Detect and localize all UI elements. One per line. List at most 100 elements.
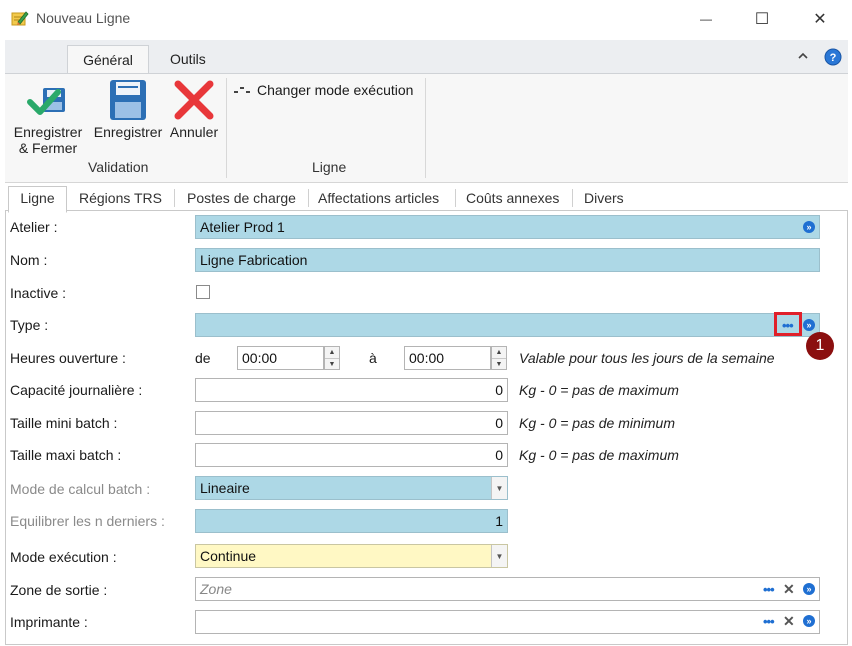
heures-de-value: 00:00: [242, 350, 278, 366]
mini-batch-value: 0: [495, 415, 503, 431]
minimize-button[interactable]: —: [686, 6, 726, 32]
nom-value: Ligne Fabrication: [200, 252, 308, 268]
maxi-batch-hint: Kg - 0 = pas de maximum: [519, 447, 679, 463]
imprimante-label: Imprimante :: [10, 614, 88, 630]
tab-separator: [308, 189, 309, 207]
imprimante-browse-icon[interactable]: •••: [763, 615, 775, 628]
imprimante-open-icon[interactable]: »: [803, 615, 815, 627]
capacite-value: 0: [495, 382, 503, 398]
mode-calcul-value: Lineaire: [200, 480, 250, 496]
close-icon: ✕: [813, 11, 827, 28]
nom-label: Nom :: [10, 252, 48, 268]
atelier-value: Atelier Prod 1: [200, 219, 285, 235]
equilibrer-label: Equilibrer les n derniers :: [10, 513, 165, 529]
tab-ligne[interactable]: Ligne: [8, 186, 67, 213]
imprimante-clear-icon[interactable]: ✕: [783, 614, 795, 628]
maxi-batch-label: Taille maxi batch :: [10, 447, 122, 463]
type-open-icon[interactable]: »: [803, 319, 815, 331]
mode-calcul-label: Mode de calcul batch :: [10, 481, 151, 497]
atelier-field[interactable]: Atelier Prod 1: [195, 215, 820, 239]
maxi-batch-input[interactable]: 0: [195, 443, 508, 467]
tab-separator: [572, 189, 573, 207]
zone-sortie-browse-icon[interactable]: •••: [763, 583, 775, 596]
nom-field[interactable]: Ligne Fabrication: [195, 248, 820, 272]
mode-execution-value: Continue: [200, 548, 257, 564]
save-close-icon: [27, 88, 65, 115]
group-label-ligne: Ligne: [312, 159, 347, 175]
tab-postes-de-charge[interactable]: Postes de charge: [187, 187, 296, 210]
mode-calcul-select[interactable]: Lineaire: [195, 476, 508, 500]
capacite-label: Capacité journalière :: [10, 382, 143, 398]
maximize-button[interactable]: ☐: [742, 6, 782, 32]
mini-batch-input[interactable]: 0: [195, 411, 508, 435]
zone-sortie-placeholder: Zone: [200, 581, 232, 597]
tab-separator: [174, 189, 175, 207]
window-title: Nouveau Ligne: [36, 10, 131, 26]
annotation-badge: 1: [806, 332, 834, 360]
type-browse-icon[interactable]: •••: [782, 319, 794, 332]
zone-sortie-clear-icon[interactable]: ✕: [783, 582, 795, 596]
mode-execution-label: Mode exécution :: [10, 549, 117, 565]
heures-de-label: de: [195, 350, 211, 366]
inactive-label: Inactive :: [10, 285, 67, 301]
ribbon-tab-general[interactable]: Général: [67, 45, 149, 74]
atelier-open-icon[interactable]: »: [803, 221, 815, 233]
heures-de-spinner[interactable]: ▲ ▼: [324, 346, 340, 370]
app-pencil-icon: [11, 9, 29, 27]
ribbon-group-separator: [226, 78, 227, 178]
capacite-hint: Kg - 0 = pas de maximum: [519, 382, 679, 398]
change-mode-label: Changer mode exécution: [257, 82, 414, 98]
type-field[interactable]: [195, 313, 820, 337]
collapse-ribbon-icon[interactable]: [796, 49, 810, 63]
cancel-icon: [174, 80, 214, 120]
spin-up-icon: ▲: [325, 347, 339, 359]
save-close-label: Enregistrer & Fermer: [13, 124, 83, 156]
tab-separator: [455, 189, 456, 207]
heures-a-label: à: [369, 350, 377, 366]
inactive-checkbox[interactable]: [196, 285, 210, 299]
mode-execution-select[interactable]: Continue: [195, 544, 508, 568]
save-label: Enregistrer: [93, 124, 163, 140]
spin-down-icon: ▼: [328, 361, 336, 368]
heures-a-value: 00:00: [409, 350, 445, 366]
mode-calcul-chevron-down-icon[interactable]: ▼: [491, 477, 507, 499]
spin-down-icon: ▼: [495, 361, 503, 368]
ribbon-tab-outils[interactable]: Outils: [158, 45, 218, 73]
cancel-button[interactable]: Annuler: [167, 78, 221, 140]
maximize-icon: ☐: [754, 11, 770, 28]
cancel-label: Annuler: [169, 124, 219, 140]
capacite-input[interactable]: 0: [195, 378, 508, 402]
save-button[interactable]: Enregistrer: [93, 78, 163, 140]
atelier-label: Atelier :: [10, 219, 58, 235]
mini-batch-label: Taille mini batch :: [10, 415, 118, 431]
save-icon: [110, 80, 146, 120]
svg-text:?: ?: [830, 52, 837, 64]
change-mode-icon: [234, 87, 250, 93]
change-mode-button[interactable]: Changer mode exécution: [233, 82, 413, 98]
zone-sortie-open-icon[interactable]: »: [803, 583, 815, 595]
heures-label: Heures ouverture :: [10, 350, 126, 366]
equilibrer-input[interactable]: 1: [195, 509, 508, 533]
heures-a-spinner[interactable]: ▲ ▼: [491, 346, 507, 370]
close-button[interactable]: ✕: [800, 6, 840, 32]
tab-couts-annexes[interactable]: Coûts annexes: [466, 187, 559, 210]
help-icon[interactable]: ?: [824, 48, 842, 66]
heures-a-input[interactable]: 00:00: [404, 346, 491, 370]
tab-affectations-articles[interactable]: Affectations articles: [318, 187, 439, 210]
save-close-button[interactable]: Enregistrer & Fermer: [12, 78, 84, 156]
zone-sortie-field[interactable]: Zone: [195, 577, 820, 601]
mini-batch-hint: Kg - 0 = pas de minimum: [519, 415, 676, 431]
ribbon-group-separator: [425, 78, 426, 178]
zone-sortie-label: Zone de sortie :: [10, 582, 108, 598]
group-label-validation: Validation: [88, 159, 149, 175]
heures-hint: Valable pour tous les jours de la semain…: [519, 350, 775, 366]
maxi-batch-value: 0: [495, 447, 503, 463]
imprimante-field[interactable]: [195, 610, 820, 634]
mode-execution-chevron-down-icon[interactable]: ▼: [491, 545, 507, 567]
tab-divers[interactable]: Divers: [584, 187, 624, 210]
minimize-icon: —: [700, 12, 712, 26]
heures-de-input[interactable]: 00:00: [237, 346, 324, 370]
equilibrer-value: 1: [495, 513, 503, 529]
tab-regions-trs[interactable]: Régions TRS: [79, 187, 162, 210]
type-label: Type :: [10, 317, 49, 333]
